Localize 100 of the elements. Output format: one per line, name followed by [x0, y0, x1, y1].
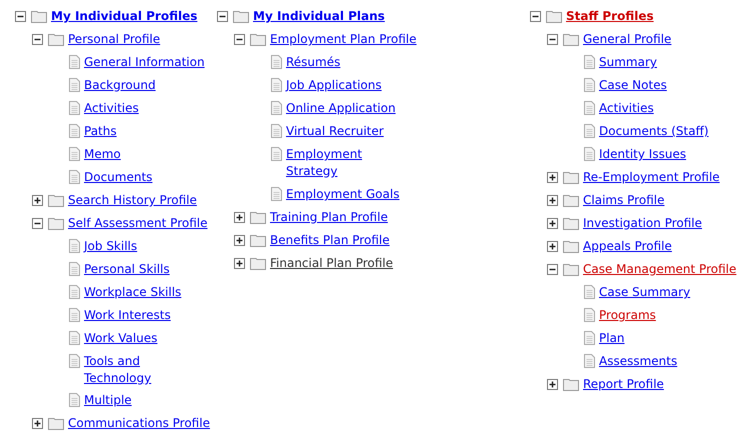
tree-link[interactable]: Case Summary — [599, 284, 690, 301]
document-icon — [69, 308, 80, 322]
document-icon — [584, 354, 595, 368]
folder-icon — [250, 211, 266, 224]
tree-link[interactable]: Case Management Profile — [583, 261, 736, 278]
tree-link[interactable]: Appeals Profile — [583, 238, 672, 255]
folder-icon — [250, 257, 266, 270]
tree-link[interactable]: Personal Profile — [68, 31, 160, 48]
expand-icon[interactable] — [547, 218, 558, 229]
tree-link[interactable]: Self Assessment Profile — [68, 215, 208, 232]
expand-icon[interactable] — [32, 195, 43, 206]
document-icon — [584, 308, 595, 322]
expand-icon[interactable] — [547, 241, 558, 252]
folder-icon — [48, 194, 64, 207]
folder-icon — [31, 10, 47, 23]
tree-link[interactable]: Work Values — [84, 330, 158, 347]
tree-link[interactable]: Background — [84, 77, 156, 94]
collapse-icon[interactable] — [217, 11, 228, 22]
tree-link[interactable]: Job Skills — [84, 238, 138, 255]
tree-link[interactable]: Memo — [84, 146, 121, 163]
tree-link[interactable]: Search History Profile — [68, 192, 197, 209]
expand-icon[interactable] — [234, 235, 245, 246]
document-icon — [271, 124, 282, 138]
folder-icon — [233, 10, 249, 23]
tree-link[interactable]: Re-Employment Profile — [583, 169, 720, 186]
expand-icon[interactable] — [547, 379, 558, 390]
tree-link[interactable]: Résumés — [286, 54, 340, 71]
document-icon — [69, 393, 80, 407]
tree-link[interactable]: Assessments — [599, 353, 678, 370]
folder-icon — [563, 217, 579, 230]
tree-link[interactable]: Investigation Profile — [583, 215, 702, 232]
tree-link[interactable]: Personal Skills — [84, 261, 170, 278]
tree-link[interactable]: Job Applications — [286, 77, 382, 94]
tree-link[interactable]: Plan — [599, 330, 625, 347]
tree-link[interactable]: Financial Plan Profile — [270, 255, 394, 272]
tree-link[interactable]: Employment Strategy — [286, 146, 362, 180]
folder-icon — [48, 33, 64, 46]
collapse-icon[interactable] — [547, 34, 558, 45]
document-icon — [584, 147, 595, 161]
tree-link[interactable]: Claims Profile — [583, 192, 664, 209]
collapse-icon[interactable] — [530, 11, 541, 22]
collapse-icon[interactable] — [234, 34, 245, 45]
document-icon — [271, 78, 282, 92]
document-icon — [584, 101, 595, 115]
tree-link[interactable]: Tools and Technology — [84, 353, 152, 387]
document-icon — [69, 262, 80, 276]
document-icon — [69, 239, 80, 253]
tree-link[interactable]: Employment Goals — [286, 186, 400, 203]
tree-link[interactable]: Activities — [599, 100, 654, 117]
tree-link[interactable]: Activities — [84, 100, 139, 117]
expand-icon[interactable] — [234, 212, 245, 223]
folder-icon — [563, 33, 579, 46]
document-icon — [69, 147, 80, 161]
tree-link[interactable]: Multiple — [84, 392, 132, 409]
tree-link[interactable]: General Profile — [583, 31, 672, 48]
document-icon — [271, 147, 282, 161]
expand-icon[interactable] — [547, 172, 558, 183]
tree-link[interactable]: Summary — [599, 54, 657, 71]
tree-link[interactable]: Programs — [599, 307, 656, 324]
expand-icon[interactable] — [234, 258, 245, 269]
tree-link[interactable]: Documents (Staff) — [599, 123, 709, 140]
tree-link[interactable]: Case Notes — [599, 77, 667, 94]
document-icon — [69, 331, 80, 345]
tree-link[interactable]: Training Plan Profile — [270, 209, 388, 226]
tree-link[interactable]: Virtual Recruiter — [286, 123, 384, 140]
document-icon — [271, 101, 282, 115]
folder-icon — [563, 378, 579, 391]
folder-icon — [48, 417, 64, 430]
document-icon — [69, 101, 80, 115]
folder-icon — [563, 263, 579, 276]
tree-link[interactable]: My Individual Plans — [253, 8, 385, 25]
folder-icon — [250, 33, 266, 46]
expand-icon[interactable] — [547, 195, 558, 206]
tree-link[interactable]: Communications Profile — [68, 415, 210, 432]
tree-link[interactable]: Work Interests — [84, 307, 171, 324]
tree-link[interactable]: Employment Plan Profile — [270, 31, 417, 48]
tree-link[interactable]: Report Profile — [583, 376, 664, 393]
document-icon — [584, 78, 595, 92]
collapse-icon[interactable] — [15, 11, 26, 22]
document-icon — [69, 124, 80, 138]
collapse-icon[interactable] — [32, 218, 43, 229]
tree-link[interactable]: My Individual Profiles — [51, 8, 198, 25]
tree-link[interactable]: Benefits Plan Profile — [270, 232, 390, 249]
tree-link[interactable]: Documents — [84, 169, 152, 186]
tree-link[interactable]: Paths — [84, 123, 117, 140]
document-icon — [584, 124, 595, 138]
document-icon — [584, 285, 595, 299]
collapse-icon[interactable] — [32, 34, 43, 45]
document-icon — [271, 187, 282, 201]
tree-link[interactable]: General Information — [84, 54, 205, 71]
tree-link[interactable]: Workplace Skills — [84, 284, 182, 301]
tree-link[interactable]: Staff Profiles — [566, 8, 654, 25]
expand-icon[interactable] — [32, 418, 43, 429]
tree-link[interactable]: Identity Issues — [599, 146, 686, 163]
collapse-icon[interactable] — [547, 264, 558, 275]
document-icon — [69, 55, 80, 69]
tree-link[interactable]: Online Application — [286, 100, 396, 117]
document-icon — [69, 354, 80, 368]
folder-icon — [563, 171, 579, 184]
folder-icon — [546, 10, 562, 23]
